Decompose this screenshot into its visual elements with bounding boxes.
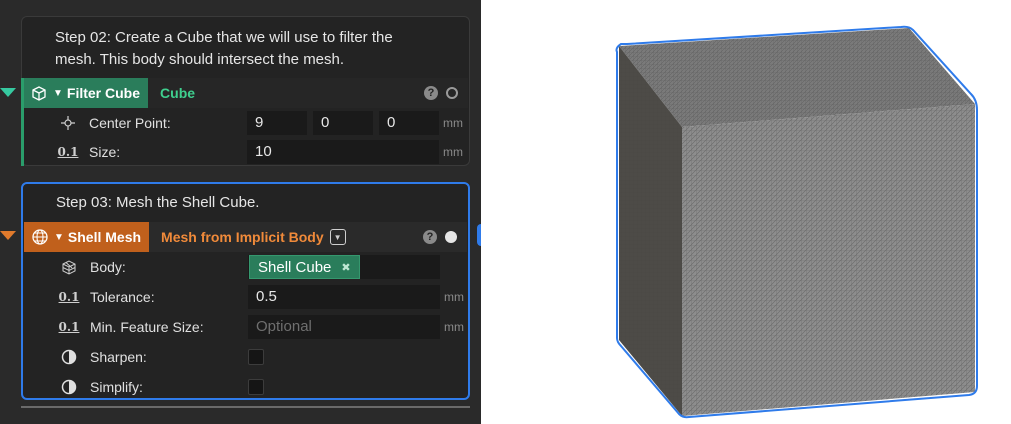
tolerance-row: 0.1 Tolerance: 0.5 mm <box>24 282 467 312</box>
sharpen-checkbox[interactable] <box>248 349 264 365</box>
shell-mesh-node-tag[interactable]: ▼ Shell Mesh <box>24 222 150 252</box>
filter-node-accent-bar <box>21 78 24 166</box>
tolerance-label: Tolerance: <box>90 289 155 305</box>
number-icon: 0.1 <box>57 145 79 159</box>
filter-cube-node-name: Filter Cube <box>66 85 141 101</box>
step2-description: Step 02: Create a Cube that we will use … <box>55 29 393 68</box>
help-icon[interactable]: ? <box>424 86 438 100</box>
center-point-label: Center Point: <box>89 115 171 131</box>
3d-viewport[interactable] <box>481 0 1011 424</box>
next-card-edge <box>21 406 470 410</box>
step2-card: Step 02: Create a Cube that we will use … <box>21 16 470 166</box>
center-point-row: Center Point: 9 0 0 mm <box>23 108 468 138</box>
min-feature-input[interactable]: Optional <box>248 315 440 339</box>
min-feature-unit: mm <box>444 320 464 334</box>
number-icon: 0.1 <box>58 320 80 334</box>
size-label: Size: <box>89 144 121 160</box>
visibility-toggle-off[interactable] <box>446 87 458 99</box>
number-icon: 0.1 <box>58 290 80 304</box>
type-dropdown-icon[interactable]: ▼ <box>329 229 346 245</box>
node-editor-panel: Step 02: Create a Cube that we will use … <box>0 0 481 424</box>
center-unit: mm <box>443 116 463 130</box>
body-chip[interactable]: Shell Cube ✖ <box>249 255 360 279</box>
simplify-label: Simplify: <box>90 379 143 395</box>
step3-card: Step 03: Mesh the Shell Cube. ▼ Shell Me… <box>21 182 470 400</box>
tolerance-unit: mm <box>444 290 464 304</box>
shell-mesh-node-name: Shell Mesh <box>67 229 142 245</box>
filter-cube-node-header[interactable]: ▼ Filter Cube Cube ? <box>23 78 468 108</box>
tolerance-input[interactable]: 0.5 <box>248 285 440 309</box>
body-chip-label: Shell Cube <box>258 258 332 276</box>
min-feature-row: 0.1 Min. Feature Size: Optional mm <box>24 312 467 342</box>
center-z-input[interactable]: 0 <box>379 111 439 135</box>
chevron-down-icon[interactable]: ▼ <box>53 88 63 99</box>
body-row: Body: Shell Cube ✖ <box>24 252 467 282</box>
wire-cube-icon <box>29 83 49 103</box>
sharpen-label: Sharpen: <box>90 349 147 365</box>
half-circle-icon <box>58 346 80 368</box>
size-row: 0.1 Size: 10 mm <box>23 137 468 167</box>
center-y-input[interactable]: 0 <box>313 111 373 135</box>
mesh-icon <box>58 256 80 278</box>
min-feature-label: Min. Feature Size: <box>90 319 204 335</box>
step3-description: Step 03: Mesh the Shell Cube. <box>56 194 260 211</box>
body-label: Body: <box>90 259 126 275</box>
remove-chip-icon[interactable]: ✖ <box>341 261 350 274</box>
shell-mesh-node-header[interactable]: ▼ Shell Mesh Mesh from Implicit Body ▼ ? <box>24 222 467 252</box>
chevron-down-icon[interactable]: ▼ <box>54 232 64 243</box>
filter-cube-node-tag[interactable]: ▼ Filter Cube <box>23 78 149 108</box>
cube-front-face <box>682 104 975 416</box>
globe-icon <box>30 227 50 247</box>
size-input[interactable]: 10 <box>247 140 439 164</box>
sharpen-row: Sharpen: <box>24 342 467 372</box>
size-unit: mm <box>443 145 463 159</box>
filter-node-fold-arrow[interactable] <box>0 88 16 97</box>
visibility-toggle-on[interactable] <box>445 231 457 243</box>
center-x-input[interactable]: 9 <box>247 111 307 135</box>
crosshair-icon <box>57 112 79 134</box>
half-circle-icon <box>58 376 80 398</box>
help-icon[interactable]: ? <box>423 230 437 244</box>
shell-mesh-node-type: Mesh from Implicit Body <box>161 229 324 245</box>
shell-cube-mesh[interactable] <box>481 0 1011 424</box>
filter-cube-node-type: Cube <box>160 85 196 101</box>
simplify-row: Simplify: <box>24 372 467 402</box>
simplify-checkbox[interactable] <box>248 379 264 395</box>
shell-node-fold-arrow[interactable] <box>0 231 16 240</box>
